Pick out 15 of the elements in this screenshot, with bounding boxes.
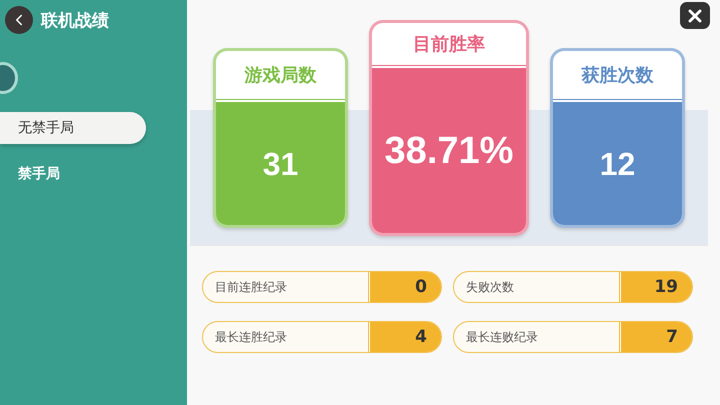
- close-button[interactable]: [680, 2, 710, 29]
- card-value: 38.71%: [372, 69, 526, 233]
- stat-value: 0: [367, 272, 441, 302]
- stat-label: 最长连胜纪录: [214, 328, 288, 346]
- card-value: 31: [216, 103, 345, 225]
- stat-value: 19: [618, 272, 692, 302]
- stat-value: 7: [618, 322, 692, 352]
- stat-label: 最长连败纪录: [465, 328, 539, 346]
- stat-value: 4: [367, 322, 441, 352]
- stat-label: 失败次数: [465, 278, 515, 296]
- sidebar-item[interactable]: 无禁手局: [0, 112, 146, 144]
- page-title: 联机战绩: [41, 10, 109, 32]
- card-value: 12: [553, 103, 682, 225]
- stat-label: 目前连胜纪录: [214, 278, 288, 296]
- back-button[interactable]: [5, 6, 33, 34]
